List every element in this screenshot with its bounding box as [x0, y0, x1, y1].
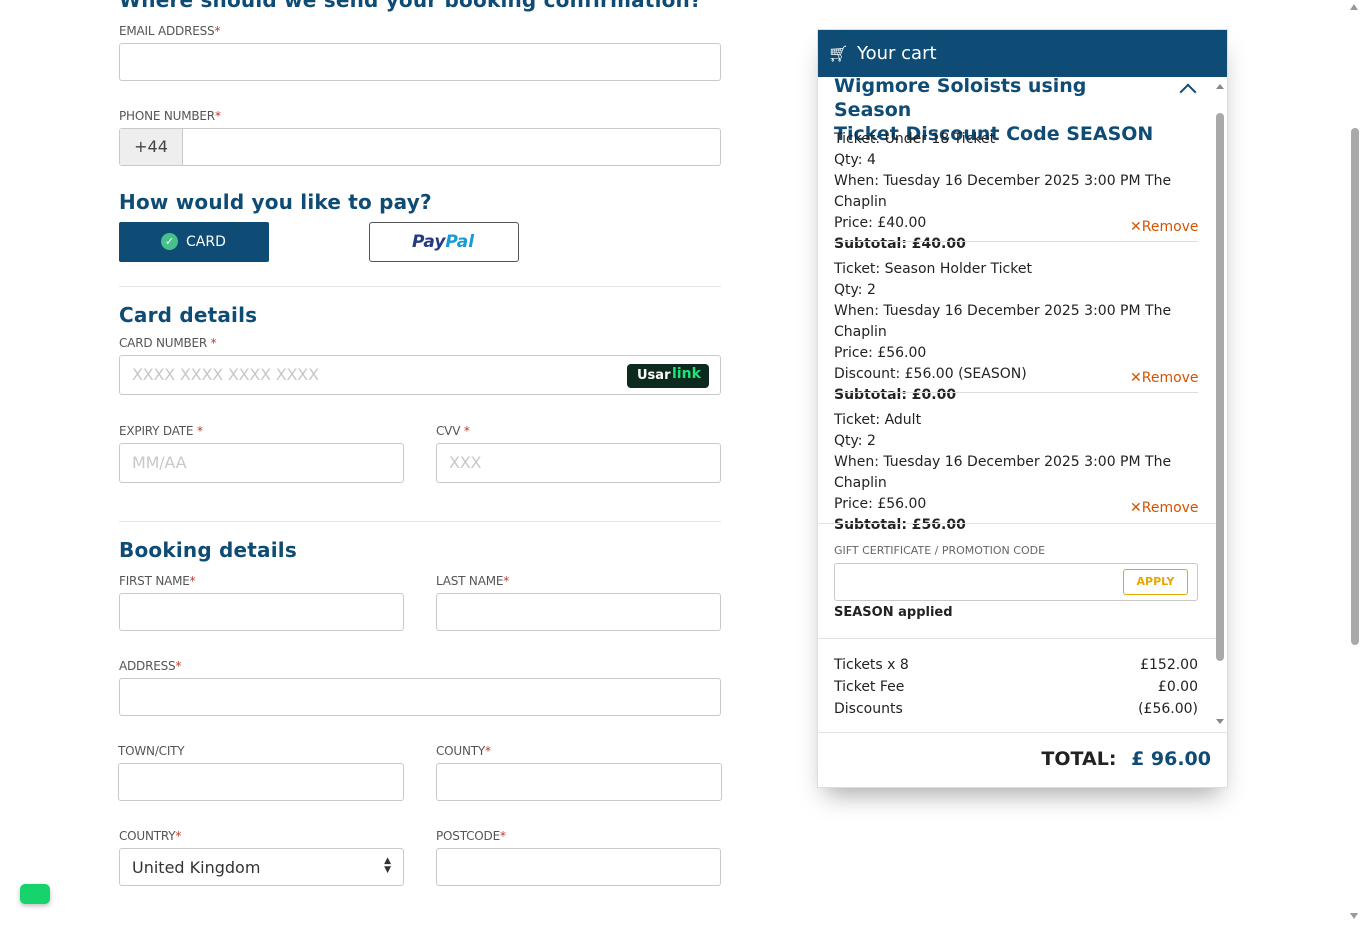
cart-total: TOTAL: £ 96.00: [1041, 748, 1211, 770]
paypal-logo: PayPal: [412, 232, 475, 252]
item-separator: [834, 392, 1198, 393]
cart-scrollbar-thumb[interactable]: [1216, 113, 1224, 661]
page-scrollbar-thumb[interactable]: [1351, 128, 1359, 645]
card-number-label: CARD NUMBER *: [119, 336, 217, 350]
shopping-cart-icon: 🛒︎: [828, 44, 849, 63]
email-input[interactable]: [119, 43, 721, 81]
cvv-input[interactable]: XXX: [436, 443, 721, 483]
country-label: COUNTRY*: [119, 829, 182, 843]
expiry-input[interactable]: MM/AA: [119, 443, 404, 483]
card-button-label: CARD: [186, 234, 226, 250]
scroll-up-arrow-icon: [1216, 84, 1224, 89]
last-name-label: LAST NAME*: [436, 574, 510, 588]
link-pay-button[interactable]: Usar link: [627, 364, 709, 388]
card-number-input[interactable]: XXXX XXXX XXXX XXXX Usar link: [119, 355, 721, 395]
county-input[interactable]: [436, 763, 722, 801]
summary-row: Ticket Fee £0.00: [834, 679, 1198, 695]
town-label: TOWN/CITY: [118, 744, 185, 758]
summary-row: Discounts (£56.00): [834, 701, 1198, 717]
total-label: TOTAL:: [1041, 748, 1117, 770]
promo-label: GIFT CERTIFICATE / PROMOTION CODE: [834, 544, 1046, 557]
page-scrollbar[interactable]: [1347, 0, 1362, 925]
divider: [119, 286, 721, 287]
cvv-placeholder: XXX: [449, 453, 482, 472]
phone-input[interactable]: [183, 129, 720, 165]
postcode-label: POSTCODE*: [436, 829, 506, 843]
cart-item: Ticket: Adult Qty: 2 When: Tuesday 16 De…: [834, 412, 1172, 533]
address-input[interactable]: [119, 678, 721, 716]
address-label: ADDRESS*: [119, 659, 182, 673]
card-details-heading: Card details: [119, 303, 258, 327]
cart-header: 🛒︎ Your cart: [818, 30, 1227, 77]
email-label: EMAIL ADDRESS*: [119, 24, 221, 38]
link-logo: link: [672, 366, 701, 382]
cart-items-scroll[interactable]: Wigmore Soloists using Season Ticket Dis…: [818, 77, 1227, 732]
card-number-placeholder: XXXX XXXX XXXX XXXX: [132, 365, 319, 384]
total-value: £ 96.00: [1131, 748, 1211, 770]
town-input[interactable]: [118, 763, 404, 801]
county-label: COUNTY*: [436, 744, 491, 758]
summary-row: Tickets x 8 £152.00: [834, 657, 1198, 673]
confirmation-heading: Where should we send your booking confir…: [119, 0, 702, 12]
remove-item-button[interactable]: ✕Remove: [1130, 219, 1199, 235]
check-circle-icon: ✓: [161, 233, 178, 250]
promo-status: SEASON applied: [834, 605, 953, 620]
cvv-label: CVV *: [436, 424, 470, 438]
country-select[interactable]: United Kingdom ▲ ▼: [119, 848, 404, 886]
country-value: United Kingdom: [132, 858, 261, 877]
paypal-payment-button[interactable]: PayPal: [369, 222, 519, 262]
total-separator: [818, 732, 1227, 733]
close-icon: ✕: [1130, 500, 1142, 516]
cart-panel: 🛒︎ Your cart Wigmore Soloists using Seas…: [817, 29, 1228, 788]
booking-details-heading: Booking details: [119, 538, 297, 562]
section-separator: [818, 638, 1218, 639]
promo-code-input[interactable]: APPLY: [834, 563, 1198, 601]
last-name-input[interactable]: [436, 593, 721, 631]
close-icon: ✕: [1130, 219, 1142, 235]
expiry-label: EXPIRY DATE *: [119, 424, 203, 438]
phone-label: PHONE NUMBER*: [119, 109, 221, 123]
first-name-input[interactable]: [119, 593, 404, 631]
phone-prefix: +44: [120, 129, 183, 165]
phone-field: +44: [119, 128, 721, 166]
link-usar-label: Usar: [637, 368, 671, 383]
first-name-label: FIRST NAME*: [119, 574, 196, 588]
card-payment-button[interactable]: ✓ CARD: [119, 222, 269, 262]
divider: [119, 521, 721, 522]
close-icon: ✕: [1130, 370, 1142, 386]
cart-item: Ticket: Under 18 Ticket Qty: 4 When: Tue…: [834, 131, 1172, 252]
pay-heading: How would you like to pay?: [119, 190, 432, 214]
remove-item-button[interactable]: ✕Remove: [1130, 370, 1199, 386]
postcode-input[interactable]: [436, 848, 721, 886]
scroll-down-arrow-icon: [1216, 719, 1224, 724]
scroll-down-arrow-icon: [1350, 913, 1358, 919]
select-arrows-icon: ▲ ▼: [384, 856, 391, 875]
chevron-up-icon[interactable]: [1179, 83, 1197, 101]
cart-scrollbar[interactable]: [1215, 81, 1225, 727]
section-separator: [818, 523, 1218, 524]
remove-item-button[interactable]: ✕Remove: [1130, 500, 1199, 516]
chat-widget-button[interactable]: [20, 884, 50, 904]
item-separator: [834, 241, 1198, 242]
expiry-placeholder: MM/AA: [132, 453, 187, 472]
apply-button[interactable]: APPLY: [1123, 569, 1188, 595]
scroll-up-arrow-icon: [1350, 4, 1358, 10]
cart-title: Your cart: [857, 43, 937, 64]
